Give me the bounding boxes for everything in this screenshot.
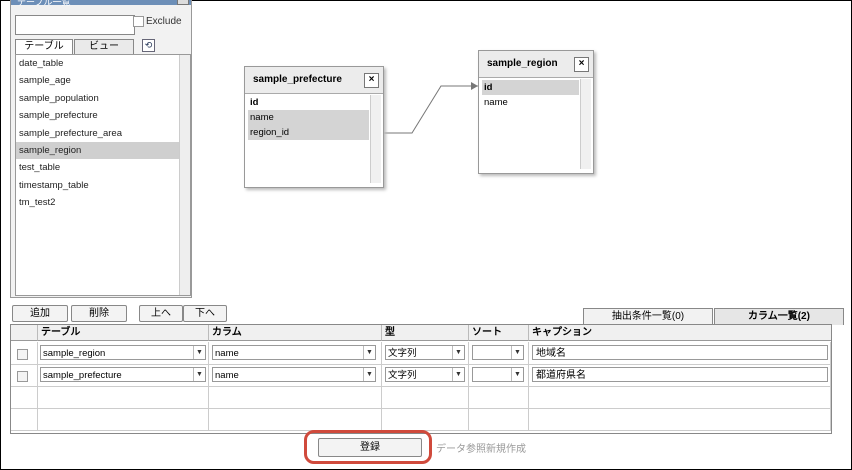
grid-cell — [11, 408, 38, 430]
grid-header-column[interactable]: カラム — [209, 325, 382, 341]
new-reference-button[interactable]: データ参照新規作成 — [436, 440, 526, 455]
column-select-value: name — [215, 370, 239, 381]
grid-cell — [529, 408, 831, 430]
chevron-down-icon[interactable]: ▼ — [363, 346, 375, 359]
table-box-scrollbar[interactable] — [580, 79, 591, 169]
column-item[interactable]: id — [248, 95, 369, 110]
table-box-title: sample_region — [487, 58, 558, 69]
table-box-title: sample_prefecture — [253, 74, 342, 85]
close-icon[interactable]: × — [574, 57, 589, 72]
grid-cell — [38, 386, 209, 408]
relation-connector — [381, 82, 478, 134]
grid-cell — [38, 408, 209, 430]
grid-cell — [209, 386, 382, 408]
caption-input[interactable]: 都道府県名 — [532, 367, 828, 382]
grid-cell — [469, 408, 529, 430]
chevron-down-icon[interactable]: ▼ — [511, 368, 523, 381]
table-box-columns: id name region_id — [248, 95, 369, 183]
grid-header-table[interactable]: テーブル — [38, 325, 209, 341]
close-icon[interactable]: × — [364, 73, 379, 88]
table-box-scrollbar[interactable] — [370, 95, 381, 183]
move-down-button[interactable]: 下へ — [183, 305, 227, 322]
type-select-value: 文字列 — [388, 370, 417, 381]
tab-filter-conditions[interactable]: 抽出条件一覧(0) — [583, 308, 713, 325]
type-select-value: 文字列 — [388, 348, 417, 359]
caption-input[interactable]: 地域名 — [532, 345, 828, 360]
grid-cell — [529, 386, 831, 408]
column-select[interactable]: name ▼ — [212, 345, 376, 360]
column-item[interactable]: region_id — [248, 125, 369, 140]
sort-select[interactable]: ▼ — [472, 345, 524, 360]
table-select[interactable]: sample_region ▼ — [40, 345, 206, 360]
row-checkbox[interactable] — [17, 349, 28, 360]
chevron-down-icon[interactable]: ▼ — [452, 368, 464, 381]
chevron-down-icon[interactable]: ▼ — [193, 346, 205, 359]
table-row[interactable] — [11, 408, 831, 431]
grid-cell — [469, 386, 529, 408]
table-box-sample-prefecture[interactable]: sample_prefecture × id name region_id — [244, 66, 384, 188]
grid-cell — [382, 408, 469, 430]
table-select-value: sample_prefecture — [43, 370, 122, 381]
chevron-down-icon[interactable]: ▼ — [452, 346, 464, 359]
type-select[interactable]: 文字列 ▼ — [385, 367, 465, 382]
row-checkbox[interactable] — [17, 371, 28, 382]
column-select[interactable]: name ▼ — [212, 367, 376, 382]
table-row[interactable]: sample_prefecture ▼ name ▼ 文字列 ▼ ▼ 都道府県名 — [11, 364, 831, 387]
grid-header-check — [11, 325, 38, 341]
table-row[interactable] — [11, 386, 831, 409]
highlight-ring — [304, 430, 432, 464]
table-box-sample-region[interactable]: sample_region × id name — [478, 50, 594, 174]
move-up-button[interactable]: 上へ — [139, 305, 183, 322]
grid-header-caption[interactable]: キャプション — [529, 325, 831, 341]
column-item[interactable]: id — [482, 80, 579, 95]
add-button[interactable]: 追加 — [12, 305, 68, 322]
column-item[interactable]: name — [248, 110, 369, 125]
chevron-down-icon[interactable]: ▼ — [363, 368, 375, 381]
sort-select[interactable]: ▼ — [472, 367, 524, 382]
grid-header-sort[interactable]: ソート — [469, 325, 529, 341]
type-select[interactable]: 文字列 ▼ — [385, 345, 465, 360]
chevron-down-icon[interactable]: ▼ — [193, 368, 205, 381]
table-box-columns: id name — [482, 80, 579, 169]
grid-cell — [382, 386, 469, 408]
grid-cell — [11, 386, 38, 408]
grid-cell — [209, 408, 382, 430]
table-select-value: sample_region — [43, 348, 106, 359]
column-grid: テーブル カラム 型 ソート キャプション sample_region ▼ name… — [10, 324, 832, 434]
table-select[interactable]: sample_prefecture ▼ — [40, 367, 206, 382]
grid-header-type[interactable]: 型 — [382, 325, 469, 341]
chevron-down-icon[interactable]: ▼ — [511, 346, 523, 359]
column-item[interactable]: name — [482, 95, 579, 110]
delete-button[interactable]: 削除 — [71, 305, 127, 322]
column-select-value: name — [215, 348, 239, 359]
table-row[interactable]: sample_region ▼ name ▼ 文字列 ▼ ▼ 地域名 — [11, 342, 831, 365]
tab-column-list[interactable]: カラム一覧(2) — [714, 308, 844, 325]
